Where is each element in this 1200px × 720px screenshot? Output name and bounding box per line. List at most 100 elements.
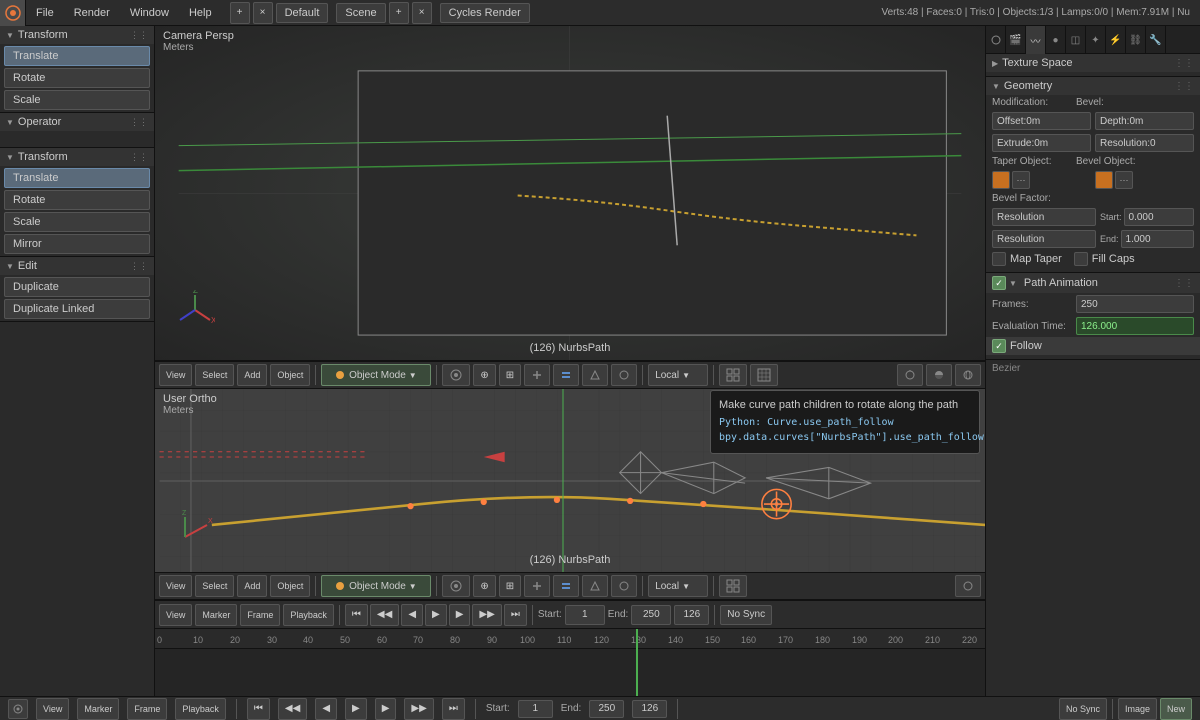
scale-btn-bottom[interactable]: Scale — [4, 212, 150, 232]
prev-frame-btn[interactable]: ◀ — [401, 604, 423, 626]
res-end-field[interactable]: Resolution — [992, 230, 1096, 248]
duplicate-linked-btn[interactable]: Duplicate Linked — [4, 299, 150, 319]
tool-btn-2[interactable]: ⊞ — [499, 364, 521, 386]
tool-btn-4[interactable] — [553, 364, 579, 386]
status-marker-btn[interactable]: Marker — [77, 698, 119, 720]
status-image-btn[interactable]: Image — [1118, 698, 1157, 720]
tool-btn-3[interactable] — [524, 364, 550, 386]
add-menu-btn2[interactable]: Add — [237, 575, 267, 597]
select-menu-btn[interactable]: Select — [195, 364, 234, 386]
tab-scene[interactable]: 🎬 — [1006, 26, 1026, 54]
operator-close[interactable]: ⋮⋮ — [130, 117, 148, 128]
next-key-btn[interactable]: ▶▶ — [472, 604, 501, 626]
timeline-marker-btn[interactable]: Marker — [195, 604, 237, 626]
grid-btn-1[interactable] — [719, 364, 747, 386]
prev-key-btn[interactable]: ◀◀ — [370, 604, 399, 626]
render-btn[interactable] — [897, 364, 923, 386]
status-current-frame[interactable]: 126 — [632, 700, 667, 718]
translate-btn-top[interactable]: Translate — [4, 46, 150, 66]
scene-add-btn[interactable]: + — [389, 2, 409, 24]
play-btn[interactable]: ▶ — [425, 604, 447, 626]
offset-field[interactable]: Offset: 0m — [992, 112, 1091, 130]
status-playback-btn[interactable]: Playback — [175, 698, 226, 720]
mirror-btn[interactable]: Mirror — [4, 234, 150, 254]
timeline-view-btn[interactable]: View — [159, 604, 192, 626]
jump-end-btn[interactable]: ⏭ — [504, 604, 527, 626]
tool-btn2-6[interactable] — [611, 575, 637, 597]
status-play[interactable]: ▶ — [345, 698, 367, 720]
start-value[interactable]: 1 — [565, 605, 605, 625]
operator-header[interactable]: ▼ Operator ⋮⋮ — [0, 113, 154, 131]
tab-modifiers[interactable]: 🔧 — [1146, 26, 1166, 54]
viewport-shade-btn[interactable] — [926, 364, 952, 386]
add-menu-btn[interactable]: Add — [237, 364, 267, 386]
tool-btn2-1[interactable]: ⊕ — [473, 575, 495, 597]
select-menu-btn2[interactable]: Select — [195, 575, 234, 597]
status-icon[interactable] — [8, 699, 28, 719]
status-next-frame[interactable]: ▶ — [375, 698, 397, 720]
status-jump-end[interactable]: ⏭ — [442, 698, 465, 720]
layout-selector[interactable]: Default — [276, 3, 329, 23]
menu-render[interactable]: Render — [64, 0, 120, 26]
layout-add-btn[interactable]: + — [230, 2, 250, 24]
end-value[interactable]: 250 — [631, 605, 671, 625]
translate-btn-bottom[interactable]: Translate — [4, 168, 150, 188]
object-menu-btn2[interactable]: Object — [270, 575, 310, 597]
transform-close-top[interactable]: ⋮⋮ — [130, 30, 148, 41]
scene-selector[interactable]: Scene — [336, 3, 385, 23]
next-frame-btn[interactable]: ▶ — [449, 604, 471, 626]
timeline-frame-btn[interactable]: Frame — [240, 604, 280, 626]
menu-file[interactable]: File — [26, 0, 64, 26]
rotate-btn-bottom[interactable]: Rotate — [4, 190, 150, 210]
status-next-key[interactable]: ▶▶ — [404, 698, 433, 720]
status-end-val[interactable]: 250 — [589, 700, 624, 718]
depth-field[interactable]: Depth: 0m — [1095, 112, 1194, 130]
tool-btn-6[interactable] — [611, 364, 637, 386]
status-prev-frame[interactable]: ◀ — [315, 698, 337, 720]
status-new-btn[interactable]: New — [1160, 698, 1192, 720]
tab-constraints[interactable]: ⛓ — [1126, 26, 1146, 54]
view-type-btn[interactable] — [442, 364, 470, 386]
scale-btn-top[interactable]: Scale — [4, 90, 150, 110]
current-frame[interactable]: 126 — [674, 605, 709, 625]
end-value-field2[interactable]: 1.000 — [1121, 230, 1194, 248]
tab-physics[interactable]: ⚡ — [1106, 26, 1126, 54]
mode-selector[interactable]: Object Mode ▼ — [321, 364, 431, 386]
menu-window[interactable]: Window — [120, 0, 179, 26]
texture-space-header[interactable]: ▶ Texture Space ⋮⋮ — [986, 54, 1200, 72]
space-selector[interactable]: Local ▼ — [648, 364, 708, 386]
status-sync-btn[interactable]: No Sync — [1059, 698, 1107, 720]
view-type-btn2[interactable] — [442, 575, 470, 597]
path-animation-checkbox[interactable] — [992, 276, 1006, 290]
status-frame-btn[interactable]: Frame — [127, 698, 167, 720]
layout-close-btn[interactable]: × — [253, 2, 273, 24]
sync-selector[interactable]: No Sync — [720, 605, 772, 625]
fill-caps-checkbox[interactable] — [1074, 252, 1088, 266]
transform-close-bottom[interactable]: ⋮⋮ — [130, 152, 148, 163]
jump-start-btn[interactable]: ⏮ — [345, 604, 368, 626]
map-taper-checkbox[interactable] — [992, 252, 1006, 266]
transform-header-bottom[interactable]: ▼ Transform ⋮⋮ — [0, 148, 154, 166]
tab-render[interactable] — [986, 26, 1006, 54]
follow-checkbox[interactable] — [992, 339, 1006, 353]
grid-btn2-1[interactable] — [719, 575, 747, 597]
transform-header-top[interactable]: ▼ Transform ⋮⋮ — [0, 26, 154, 44]
tab-particles[interactable]: ✦ — [1086, 26, 1106, 54]
object-menu-btn[interactable]: Object — [270, 364, 310, 386]
frames-value[interactable]: 250 — [1076, 295, 1194, 313]
view-menu-btn[interactable]: View — [159, 364, 192, 386]
tool-btn2-3[interactable] — [524, 575, 550, 597]
duplicate-btn[interactable]: Duplicate — [4, 277, 150, 297]
tool-btn2-2[interactable]: ⊞ — [499, 575, 521, 597]
bevel-color-swatch[interactable] — [1095, 171, 1113, 189]
status-jump-start[interactable]: ⏮ — [247, 698, 270, 720]
menu-help[interactable]: Help — [179, 0, 222, 26]
tab-material[interactable]: ● — [1046, 26, 1066, 54]
resolution-field[interactable]: Resolution: 0 — [1095, 134, 1194, 152]
scene-close-btn[interactable]: × — [412, 2, 432, 24]
viewport-top[interactable]: Camera Persp Meters X Z (126) NurbsPath — [155, 26, 985, 361]
grid-btn-2[interactable] — [750, 364, 778, 386]
tool-btn-5[interactable] — [582, 364, 608, 386]
blender-icon[interactable] — [0, 0, 26, 26]
bevel-browse-btn[interactable]: ⋯ — [1115, 171, 1133, 189]
